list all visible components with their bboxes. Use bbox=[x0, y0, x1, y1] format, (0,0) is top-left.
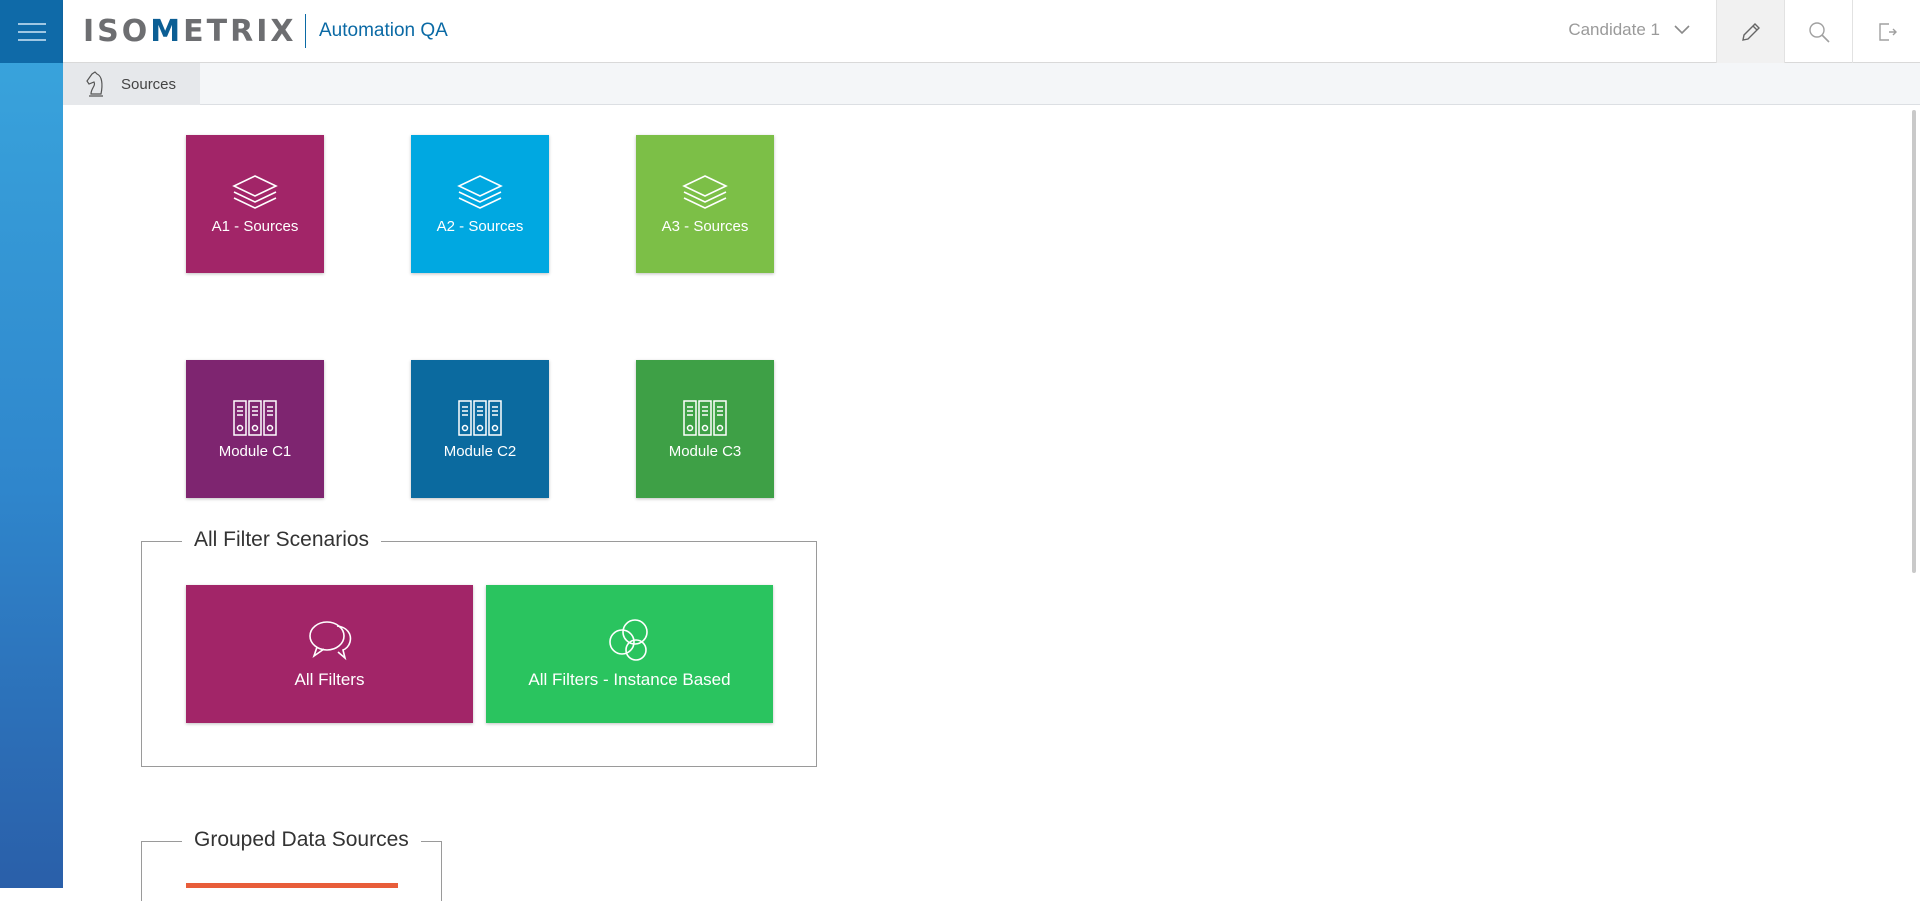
layers-icon bbox=[232, 174, 278, 209]
vertical-scrollbar[interactable] bbox=[1912, 110, 1916, 573]
user-dropdown[interactable]: Candidate 1 bbox=[1568, 20, 1690, 40]
layers-icon bbox=[457, 174, 503, 209]
hamburger-menu-button[interactable] bbox=[0, 0, 63, 63]
binders-icon bbox=[233, 399, 277, 436]
logout-button[interactable] bbox=[1852, 0, 1920, 63]
chat-bubbles-icon bbox=[608, 619, 648, 661]
tile-module-c3[interactable]: Module C3 bbox=[636, 360, 774, 498]
group-title: Grouped Data Sources bbox=[182, 828, 421, 852]
tile-label: All Filters bbox=[294, 670, 365, 689]
tile-label: All Filters - Instance Based bbox=[528, 670, 731, 689]
tile-module-c2[interactable]: Module C2 bbox=[411, 360, 549, 498]
edit-button[interactable] bbox=[1716, 0, 1784, 63]
tile-label: A2 - Sources bbox=[436, 217, 524, 235]
chat-bubbles-icon bbox=[308, 621, 351, 661]
layers-icon bbox=[682, 174, 728, 209]
binders-icon bbox=[683, 399, 727, 436]
isometrix-logo[interactable]: ISOMETRIX bbox=[83, 13, 297, 49]
tile-a2-sources[interactable]: A2 - Sources bbox=[411, 135, 549, 273]
left-rail bbox=[0, 0, 63, 888]
user-name: Candidate 1 bbox=[1568, 20, 1660, 39]
tile-a1-sources[interactable]: A1 - Sources bbox=[186, 135, 324, 273]
tile-all-filters-instance-based[interactable]: All Filters - Instance Based bbox=[486, 585, 773, 723]
app-name: Automation QA bbox=[319, 20, 448, 41]
tile-all-filters[interactable]: All Filters bbox=[186, 585, 473, 723]
header-divider bbox=[305, 14, 306, 48]
chevron-down-icon bbox=[1674, 25, 1690, 35]
tile-module-c1[interactable]: Module C1 bbox=[186, 360, 324, 498]
group-title: All Filter Scenarios bbox=[182, 528, 382, 552]
binders-icon bbox=[458, 399, 502, 436]
search-button[interactable] bbox=[1784, 0, 1852, 63]
chess-knight-icon bbox=[86, 71, 103, 97]
grouped-tile-partial[interactable] bbox=[186, 883, 398, 888]
tile-label: Module C1 bbox=[218, 442, 292, 460]
search-icon bbox=[1808, 21, 1830, 43]
tile-label: Module C2 bbox=[443, 442, 517, 460]
breadcrumb: Sources bbox=[63, 63, 1920, 105]
breadcrumb-item-sources[interactable]: Sources bbox=[63, 63, 200, 105]
breadcrumb-label: Sources bbox=[121, 75, 177, 93]
exit-icon bbox=[1878, 22, 1897, 41]
hamburger-menu-icon bbox=[17, 22, 46, 25]
tile-label: A3 - Sources bbox=[661, 217, 749, 235]
pencil-icon bbox=[1741, 22, 1760, 41]
tile-a3-sources[interactable]: A3 - Sources bbox=[636, 135, 774, 273]
header: ISOMETRIX Automation QA Candidate 1 bbox=[63, 0, 1920, 63]
tile-label: A1 - Sources bbox=[211, 217, 299, 235]
tile-label: Module C3 bbox=[668, 442, 742, 460]
group-grouped-data-sources: Grouped Data Sources bbox=[141, 828, 442, 901]
